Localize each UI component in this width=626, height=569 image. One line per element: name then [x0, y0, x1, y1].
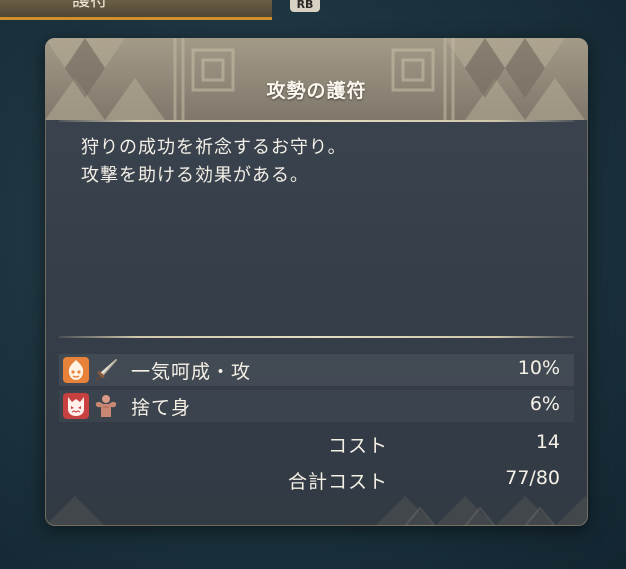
rb-button-hint: RB: [290, 0, 320, 12]
cost-label: コスト: [327, 435, 388, 457]
demon-face-icon: [63, 393, 89, 419]
header-divider: [59, 120, 574, 122]
talisman-description: 狩りの成功を祈念するお守り。 攻撃を助ける効果がある。: [81, 134, 561, 190]
description-line: 狩りの成功を祈念するお守り。: [81, 137, 347, 158]
cost-row: コスト 14: [59, 428, 574, 460]
equipment-tab-label: 護符: [72, 0, 108, 11]
equipment-tab[interactable]: 護符: [0, 0, 272, 20]
skill-value: 10%: [517, 357, 560, 379]
skill-value: 6%: [529, 393, 560, 415]
skills-divider: [59, 336, 574, 338]
panel-header: 攻勢の護符: [45, 38, 588, 120]
panel-title: 攻勢の護符: [266, 80, 367, 102]
talisman-detail-panel: 攻勢の護符 狩りの成功を祈念するお守り。 攻撃を助ける効果がある。 一気呵成・攻…: [45, 38, 588, 526]
footer-pattern: [45, 486, 588, 526]
sword-icon: [93, 357, 119, 383]
skill-name: 一気呵成・攻: [131, 361, 252, 383]
skill-row[interactable]: 捨て身 6%: [59, 390, 574, 422]
description-line: 攻撃を助ける効果がある。: [81, 165, 309, 186]
cost-value: 14: [535, 431, 560, 453]
skill-name: 捨て身: [131, 397, 192, 419]
muscle-body-icon: [93, 393, 119, 419]
flame-face-icon: [63, 357, 89, 383]
skill-row[interactable]: 一気呵成・攻 10%: [59, 354, 574, 386]
